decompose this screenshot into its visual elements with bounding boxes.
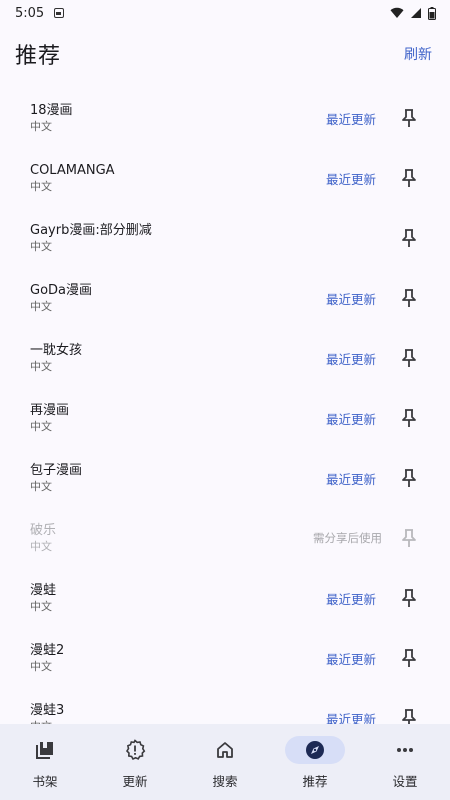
pin-icon[interactable] (398, 587, 420, 609)
latest-updates-button[interactable]: 最近更新 (326, 589, 376, 608)
latest-updates-button[interactable]: 最近更新 (326, 469, 376, 488)
source-row[interactable]: COLAMANGA 中文 最近更新 (0, 148, 450, 208)
source-name: 一耽女孩 (30, 342, 83, 358)
update-alert-icon (125, 739, 146, 761)
source-row[interactable]: GoDa漫画 中文 最近更新 (0, 268, 450, 328)
source-row[interactable]: 再漫画 中文 最近更新 (0, 388, 450, 448)
bottom-navigation: 书架 更新 搜索 推荐 设置 (0, 724, 450, 800)
nav-item-recommend[interactable]: 推荐 (270, 736, 360, 790)
pin-icon[interactable] (398, 407, 420, 429)
source-texts: 漫蛙 中文 (30, 583, 326, 614)
home-icon (217, 742, 233, 758)
pin-icon[interactable] (398, 467, 420, 489)
source-name: GoDa漫画 (30, 282, 93, 298)
notification-icon (54, 8, 65, 18)
latest-updates-button[interactable]: 最近更新 (326, 349, 376, 368)
source-language: 中文 (30, 599, 52, 613)
source-name: 破乐 (30, 522, 57, 538)
latest-updates-button[interactable]: 最近更新 (326, 109, 376, 128)
source-row[interactable]: 漫蛙 中文 最近更新 (0, 568, 450, 628)
nav-label: 推荐 (302, 774, 328, 789)
nav-item-search[interactable]: 搜索 (180, 736, 270, 790)
page-title: 推荐 (15, 44, 62, 69)
battery-icon (428, 6, 436, 20)
latest-updates-button[interactable]: 最近更新 (326, 409, 376, 428)
source-row[interactable]: 一耽女孩 中文 最近更新 (0, 328, 450, 388)
source-texts: COLAMANGA 中文 (30, 163, 326, 194)
nav-item-settings[interactable]: 设置 (360, 736, 450, 790)
latest-updates-button[interactable]: 最近更新 (326, 649, 376, 668)
source-language: 中文 (30, 119, 52, 133)
source-name: 再漫画 (30, 402, 70, 418)
source-row[interactable]: 漫蛙3中文最近更新 (0, 688, 450, 728)
latest-updates-button[interactable]: 最近更新 (326, 289, 376, 308)
source-language: 中文 (30, 359, 52, 373)
source-texts: 再漫画 中文 (30, 403, 326, 434)
source-row[interactable]: 包子漫画 中文 最近更新 (0, 448, 450, 508)
source-texts: 18漫画 中文 (30, 103, 326, 134)
source-language: 中文 (30, 239, 52, 253)
source-language: 中文 (30, 179, 52, 193)
source-name: Gayrb漫画:部分删减 (30, 222, 152, 238)
source-texts: 破乐 中文 (30, 523, 313, 554)
source-name: 漫蛙3 (30, 702, 65, 718)
nav-label: 设置 (392, 774, 418, 789)
nav-label: 更新 (122, 774, 148, 789)
source-name: 18漫画 (30, 102, 73, 118)
wifi-icon (390, 7, 404, 19)
source-row[interactable]: 漫蛙2 中文 最近更新 (0, 628, 450, 688)
share-required-label: 需分享后使用 (313, 531, 382, 545)
status-time: 5:05 (15, 5, 45, 21)
source-language: 中文 (30, 659, 52, 673)
nav-label: 书架 (32, 774, 58, 789)
pin-icon[interactable] (398, 167, 420, 189)
source-language: 中文 (30, 539, 52, 553)
compass-icon (306, 741, 324, 759)
source-texts: 漫蛙2 中文 (30, 643, 326, 674)
pin-icon[interactable] (398, 107, 420, 129)
source-language: 中文 (30, 299, 52, 313)
source-row[interactable]: 破乐 中文 需分享后使用 (0, 508, 450, 568)
pin-icon[interactable] (398, 347, 420, 369)
latest-updates-button[interactable]: 最近更新 (326, 169, 376, 188)
signal-icon (411, 8, 421, 18)
app-header: 推荐 刷新 (0, 26, 450, 82)
refresh-button[interactable]: 刷新 (404, 44, 432, 64)
source-name: COLAMANGA (30, 162, 115, 178)
source-row[interactable]: Gayrb漫画:部分删减 中文 (0, 208, 450, 268)
source-name: 包子漫画 (30, 462, 83, 478)
source-texts: Gayrb漫画:部分删减 中文 (30, 223, 376, 254)
source-name: 漫蛙2 (30, 642, 65, 658)
bookshelf-icon (36, 742, 53, 759)
source-list[interactable]: 18漫画 中文 最近更新 COLAMANGA 中文 最近更新 Gayrb漫画:部分删减 中文 G… (0, 88, 450, 728)
source-row[interactable]: 18漫画 中文 最近更新 (0, 88, 450, 148)
source-language: 中文 (30, 419, 52, 433)
nav-item-bookshelf[interactable]: 书架 (0, 736, 90, 790)
pin-icon[interactable] (398, 227, 420, 249)
more-dots-icon (397, 748, 413, 752)
pin-icon[interactable] (398, 647, 420, 669)
pin-icon[interactable] (398, 527, 420, 549)
nav-label: 搜索 (212, 774, 238, 789)
nav-item-update[interactable]: 更新 (90, 736, 180, 790)
source-texts: 包子漫画 中文 (30, 463, 326, 494)
status-bar: 5:05 (0, 0, 450, 26)
source-name: 漫蛙 (30, 582, 57, 598)
pin-icon[interactable] (398, 287, 420, 309)
source-language: 中文 (30, 479, 52, 493)
source-texts: 一耽女孩 中文 (30, 343, 326, 374)
source-texts: GoDa漫画 中文 (30, 283, 326, 314)
